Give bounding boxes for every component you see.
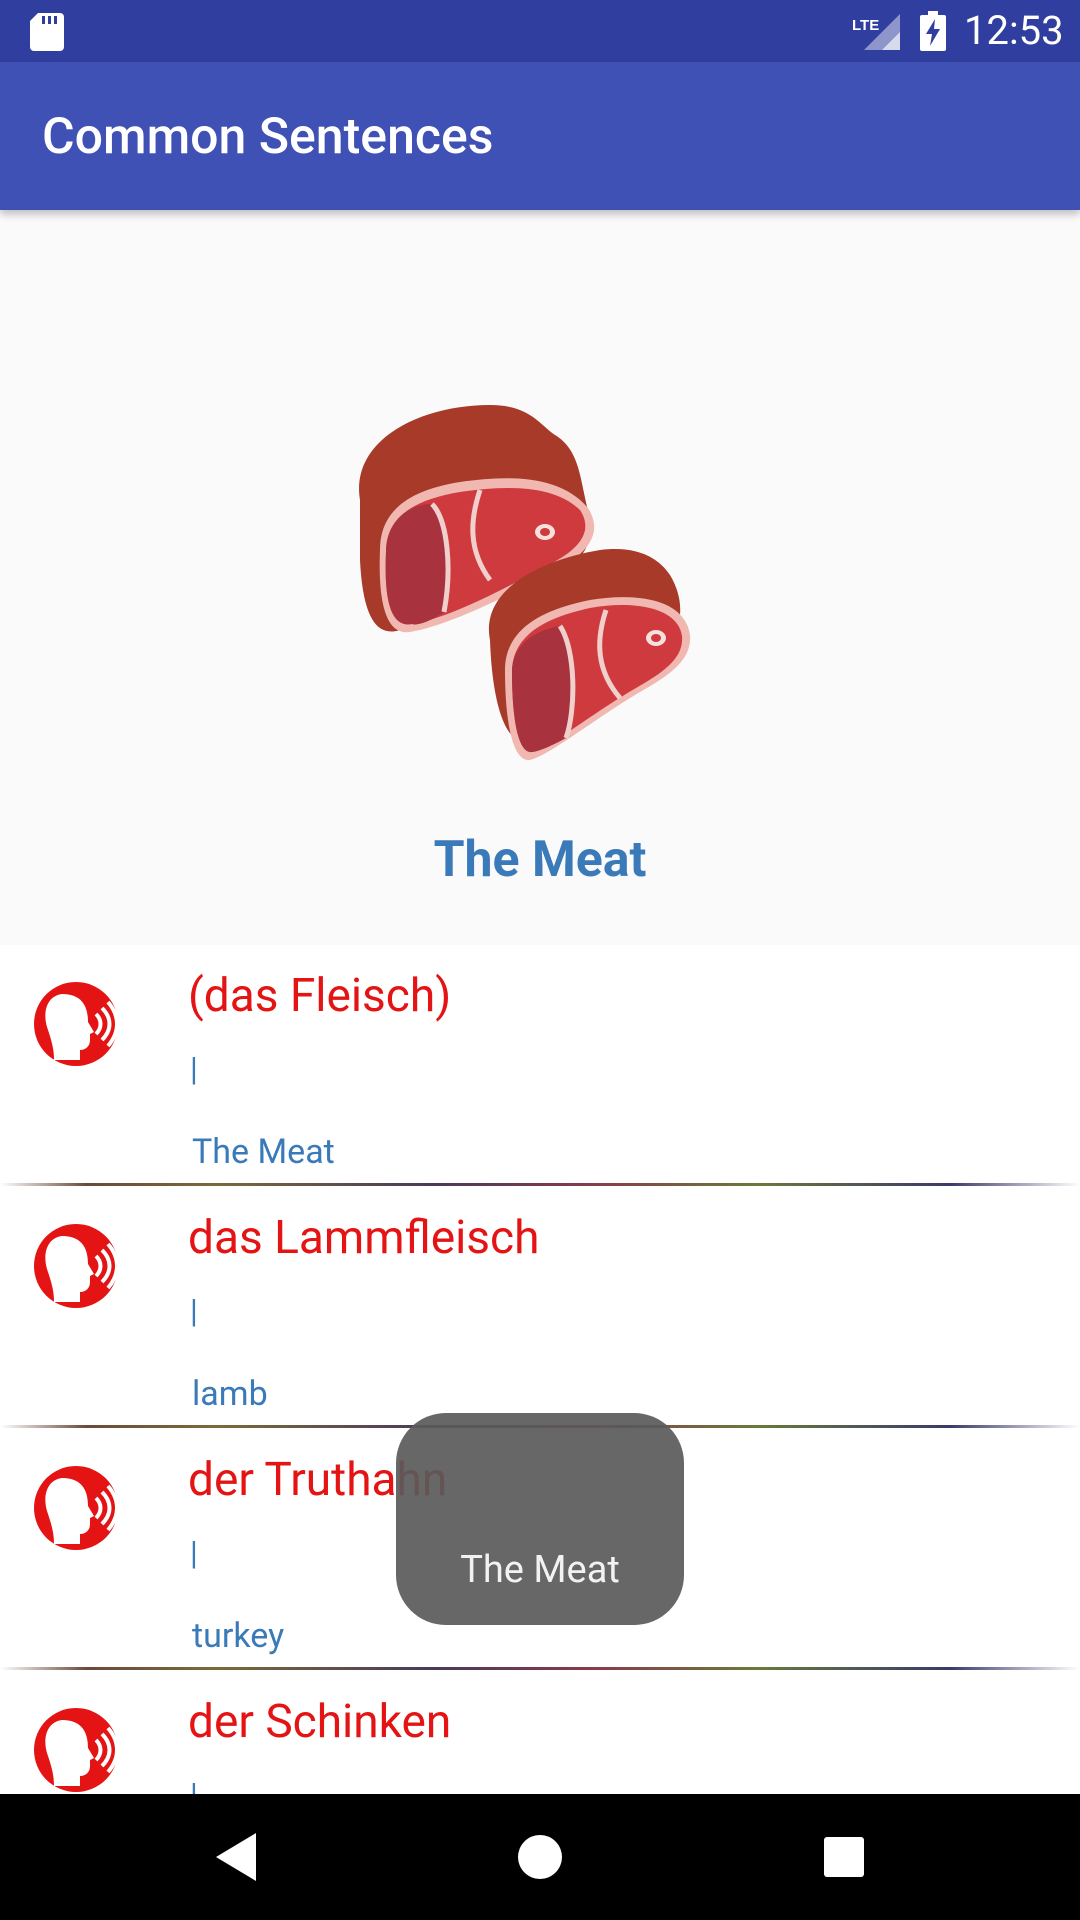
german-phrase: das Lammfleisch bbox=[188, 1211, 540, 1265]
german-phrase: (das Fleisch) bbox=[188, 969, 452, 1023]
speaker-head-icon[interactable] bbox=[32, 1464, 120, 1552]
network-type-label: LTE bbox=[852, 17, 879, 34]
category-title: The Meat bbox=[433, 831, 647, 889]
recents-icon[interactable] bbox=[814, 1827, 874, 1887]
category-header: The Meat bbox=[0, 210, 1080, 945]
english-translation: turkey bbox=[192, 1616, 285, 1656]
phrase-separator: | bbox=[190, 1776, 198, 1795]
row-divider bbox=[0, 1667, 1080, 1670]
sd-card-icon bbox=[30, 13, 64, 51]
speaker-head-icon[interactable] bbox=[32, 1706, 120, 1794]
english-translation: lamb bbox=[192, 1374, 268, 1414]
home-icon[interactable] bbox=[510, 1827, 570, 1887]
phrase-separator: | bbox=[190, 1534, 198, 1572]
english-translation: The Meat bbox=[192, 1132, 335, 1172]
phrase-separator: | bbox=[190, 1050, 198, 1088]
speaker-head-icon[interactable] bbox=[32, 1222, 120, 1310]
list-item[interactable]: das Lammfleisch | lamb bbox=[0, 1187, 1080, 1429]
list-item[interactable]: der Schinken | bbox=[0, 1671, 1080, 1795]
lte-signal-icon: LTE bbox=[852, 14, 900, 50]
clock: 12:53 bbox=[964, 7, 1064, 54]
speaker-head-icon[interactable] bbox=[32, 980, 120, 1068]
back-icon[interactable] bbox=[208, 1827, 268, 1887]
toast: The Meat bbox=[396, 1413, 684, 1625]
phrase-separator: | bbox=[190, 1292, 198, 1330]
meat-steaks-illustration bbox=[359, 405, 691, 761]
app-title: Common Sentences bbox=[42, 108, 494, 166]
navigation-bar bbox=[0, 1794, 1080, 1920]
row-divider bbox=[0, 1183, 1080, 1186]
app-bar: Common Sentences bbox=[0, 62, 1080, 210]
list-item[interactable]: (das Fleisch) | The Meat bbox=[0, 945, 1080, 1187]
phrase-list[interactable]: (das Fleisch) | The Meat das Lammfleisch… bbox=[0, 945, 1080, 1795]
toast-message: The Meat bbox=[460, 1548, 620, 1592]
german-phrase: der Schinken bbox=[188, 1695, 452, 1749]
battery-charging-icon bbox=[920, 11, 946, 51]
status-bar: LTE 12:53 bbox=[0, 0, 1080, 62]
